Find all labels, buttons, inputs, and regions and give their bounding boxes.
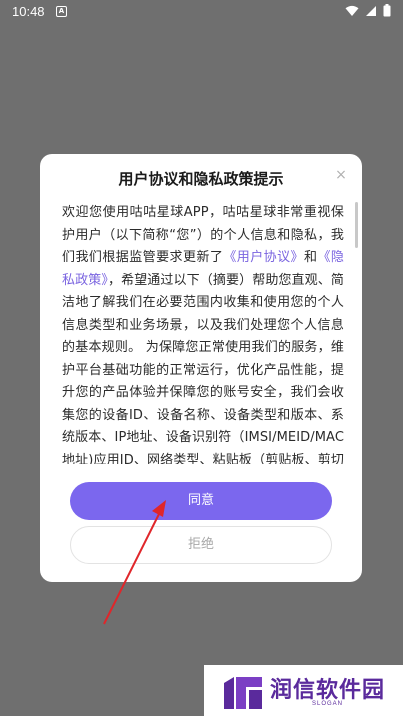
status-time: 10:48 <box>12 4 45 19</box>
scrollbar[interactable] <box>355 202 358 248</box>
agreement-text: 欢迎您使用咕咕星球APP，咕咕星球非常重视保护用户（以下简称“您”）的个人信息和… <box>62 202 344 464</box>
privacy-dialog: 用户协议和隐私政策提示 × 欢迎您使用咕咕星球APP，咕咕星球非常重视保护用户（… <box>40 154 362 582</box>
signal-icon <box>366 5 376 16</box>
agree-button[interactable]: 同意 <box>70 482 332 520</box>
user-agreement-link[interactable]: 《用户协议》 <box>223 250 304 265</box>
agreement-rest: ，希望通过以下（摘要）帮助您直观、简洁地了解我们在必要范围内收集和使用您的个人信… <box>62 272 344 465</box>
dialog-title: 用户协议和隐私政策提示 <box>118 170 284 188</box>
wifi-icon <box>345 5 359 16</box>
status-icons <box>345 4 391 17</box>
watermark-logo: 润信软件园 SLOGAN <box>204 665 403 716</box>
close-icon[interactable]: × <box>334 168 348 182</box>
notification-icon: A <box>56 6 67 17</box>
brand-slogan: SLOGAN <box>312 701 344 707</box>
battery-icon <box>383 4 391 17</box>
brand-logo-icon <box>224 677 262 709</box>
brand-name: 润信软件园 <box>270 678 386 703</box>
agreement-text-scroll[interactable]: 欢迎您使用咕咕星球APP，咕咕星球非常重视保护用户（以下简称“您”）的个人信息和… <box>62 202 344 464</box>
status-bar: 10:48 A <box>0 0 403 24</box>
agreement-and: 和 <box>304 250 318 265</box>
reject-button[interactable]: 拒绝 <box>70 526 332 564</box>
